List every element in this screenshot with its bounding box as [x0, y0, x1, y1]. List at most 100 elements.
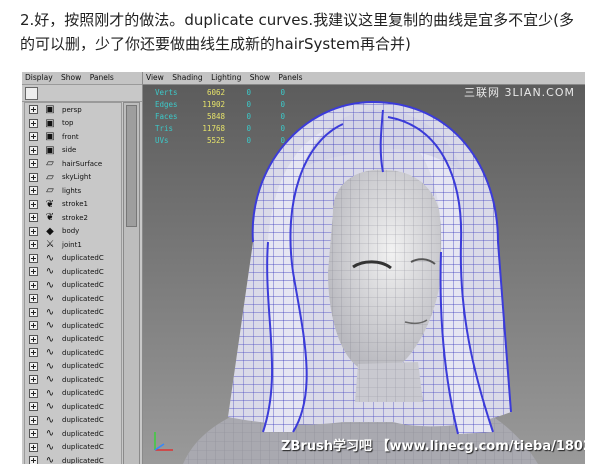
curve-icon: ∿ — [45, 252, 55, 264]
hud-row: UVs 5525 0 0 — [155, 135, 285, 147]
curve-icon: ∿ — [45, 401, 55, 413]
expand-icon[interactable] — [29, 226, 38, 236]
outliner-scrollbar[interactable] — [123, 102, 140, 464]
curve-icon: ∿ — [45, 441, 55, 453]
viewport-menu-view[interactable]: View — [146, 73, 164, 82]
hud-value: 0 — [246, 136, 251, 145]
outliner-item-label: duplicatedC — [62, 308, 104, 317]
light-icon: ▱ — [46, 185, 54, 197]
expand-icon[interactable] — [29, 172, 38, 182]
expand-icon[interactable] — [29, 429, 38, 439]
outliner-item[interactable]: ∿ duplicatedC — [25, 414, 121, 428]
outliner-scroll-thumb[interactable] — [126, 105, 137, 227]
stroke-icon: ❦ — [45, 198, 55, 210]
outliner-item-label: duplicatedC — [62, 281, 104, 290]
outliner-item[interactable]: ∿ duplicatedC — [25, 265, 121, 279]
expand-icon[interactable] — [29, 321, 38, 331]
outliner-item[interactable]: ⚔ joint1 — [25, 238, 121, 252]
expand-icon[interactable] — [29, 267, 38, 277]
expand-icon[interactable] — [29, 213, 38, 223]
expand-icon[interactable] — [29, 334, 38, 344]
poly-count-hud: Verts 6062 0 0 Edges 11902 0 0 Faces 5848 0 0 Tris 11… — [155, 87, 285, 147]
outliner-item[interactable]: ▱ hairSurface — [25, 157, 121, 171]
outliner-item[interactable]: ▣ front — [25, 130, 121, 144]
expand-icon[interactable] — [29, 105, 38, 115]
expand-icon[interactable] — [29, 145, 38, 155]
outliner-item-label: duplicatedC — [62, 254, 104, 263]
expand-icon[interactable] — [29, 253, 38, 263]
outliner-item[interactable]: ∿ duplicatedC — [25, 360, 121, 374]
outliner-item-label: duplicatedC — [62, 402, 104, 411]
outliner-item[interactable]: ▣ persp — [25, 103, 121, 117]
outliner-item[interactable]: ▣ top — [25, 117, 121, 131]
expand-icon[interactable] — [29, 415, 38, 425]
outliner-menu-show[interactable]: Show — [61, 73, 81, 82]
expand-icon[interactable] — [29, 240, 38, 250]
outliner-item[interactable]: ∿ duplicatedC — [25, 373, 121, 387]
expand-icon[interactable] — [29, 294, 38, 304]
viewport-menu-panels[interactable]: Panels — [278, 73, 302, 82]
outliner-item[interactable]: ◆ body — [25, 225, 121, 239]
outliner-item[interactable]: ▱ lights — [25, 184, 121, 198]
expand-icon[interactable] — [29, 456, 38, 464]
article-text: 2.好，按照刚才的做法。duplicate curves.我建议这里复制的曲线是… — [20, 11, 574, 53]
outliner-item-label: duplicatedC — [62, 429, 104, 438]
curve-icon: ∿ — [45, 455, 55, 464]
outliner-item[interactable]: ▣ side — [25, 144, 121, 158]
hud-value: 11902 — [202, 100, 225, 109]
curve-icon: ∿ — [45, 333, 55, 345]
expand-icon[interactable] — [29, 118, 38, 128]
expand-icon[interactable] — [29, 348, 38, 358]
outliner-list[interactable]: ▣ persp ▣ top ▣ front ▣ side ▱ hairSurface ▱ skyLig… — [24, 102, 122, 464]
outliner-item-label: stroke1 — [62, 200, 88, 209]
outliner-item[interactable]: ∿ duplicatedC — [25, 333, 121, 347]
hud-value: 5848 — [206, 112, 225, 121]
expand-icon[interactable] — [29, 199, 38, 209]
outliner-menu-display[interactable]: Display — [25, 73, 53, 82]
viewport-menu-show[interactable]: Show — [250, 73, 270, 82]
outliner-item[interactable]: ∿ duplicatedC — [25, 400, 121, 414]
hud-value: 0 — [280, 124, 285, 133]
expand-icon[interactable] — [29, 186, 38, 196]
expand-icon[interactable] — [29, 402, 38, 412]
expand-icon[interactable] — [29, 132, 38, 142]
outliner-panel: Display Show Panels ▣ persp ▣ top ▣ front ▣ sid… — [22, 72, 143, 464]
outliner-item[interactable]: ∿ duplicatedC — [25, 454, 121, 464]
expand-icon[interactable] — [29, 307, 38, 317]
expand-icon[interactable] — [29, 442, 38, 452]
outliner-item[interactable]: ∿ duplicatedC — [25, 427, 121, 441]
outliner-item-label: duplicatedC — [62, 335, 104, 344]
expand-icon[interactable] — [29, 375, 38, 385]
expand-icon[interactable] — [29, 388, 38, 398]
expand-icon[interactable] — [29, 159, 38, 169]
outliner-item[interactable]: ∿ duplicatedC — [25, 292, 121, 306]
outliner-item[interactable]: ∿ duplicatedC — [25, 387, 121, 401]
viewport-panel[interactable]: View Shading Lighting Show Panels Verts … — [143, 72, 585, 464]
outliner-item-label: body — [62, 227, 80, 236]
light-icon: ▱ — [46, 171, 54, 183]
viewport-menu-lighting[interactable]: Lighting — [211, 73, 241, 82]
outliner-item[interactable]: ∿ duplicatedC — [25, 346, 121, 360]
outliner-item-label: duplicatedC — [62, 294, 104, 303]
outliner-menu-panels[interactable]: Panels — [90, 73, 114, 82]
outliner-item[interactable]: ∿ duplicatedC — [25, 252, 121, 266]
outliner-item-label: duplicatedC — [62, 362, 104, 371]
hud-label: Edges — [155, 100, 178, 109]
curve-icon: ∿ — [45, 347, 55, 359]
hud-value: 6062 — [206, 88, 225, 97]
expand-icon[interactable] — [29, 361, 38, 371]
outliner-item[interactable]: ❦ stroke2 — [25, 211, 121, 225]
outliner-toolbar-icon[interactable] — [25, 87, 38, 100]
outliner-item[interactable]: ∿ duplicatedC — [25, 441, 121, 455]
outliner-item[interactable]: ∿ duplicatedC — [25, 279, 121, 293]
outliner-item-label: front — [62, 132, 79, 141]
viewport-menu-shading[interactable]: Shading — [172, 73, 202, 82]
mesh-icon: ◆ — [46, 225, 54, 237]
outliner-item[interactable]: ▱ skyLight — [25, 171, 121, 185]
hud-value: 0 — [280, 100, 285, 109]
expand-icon[interactable] — [29, 280, 38, 290]
outliner-item-label: top — [62, 119, 74, 128]
outliner-item[interactable]: ❦ stroke1 — [25, 198, 121, 212]
outliner-item[interactable]: ∿ duplicatedC — [25, 319, 121, 333]
outliner-item[interactable]: ∿ duplicatedC — [25, 306, 121, 320]
